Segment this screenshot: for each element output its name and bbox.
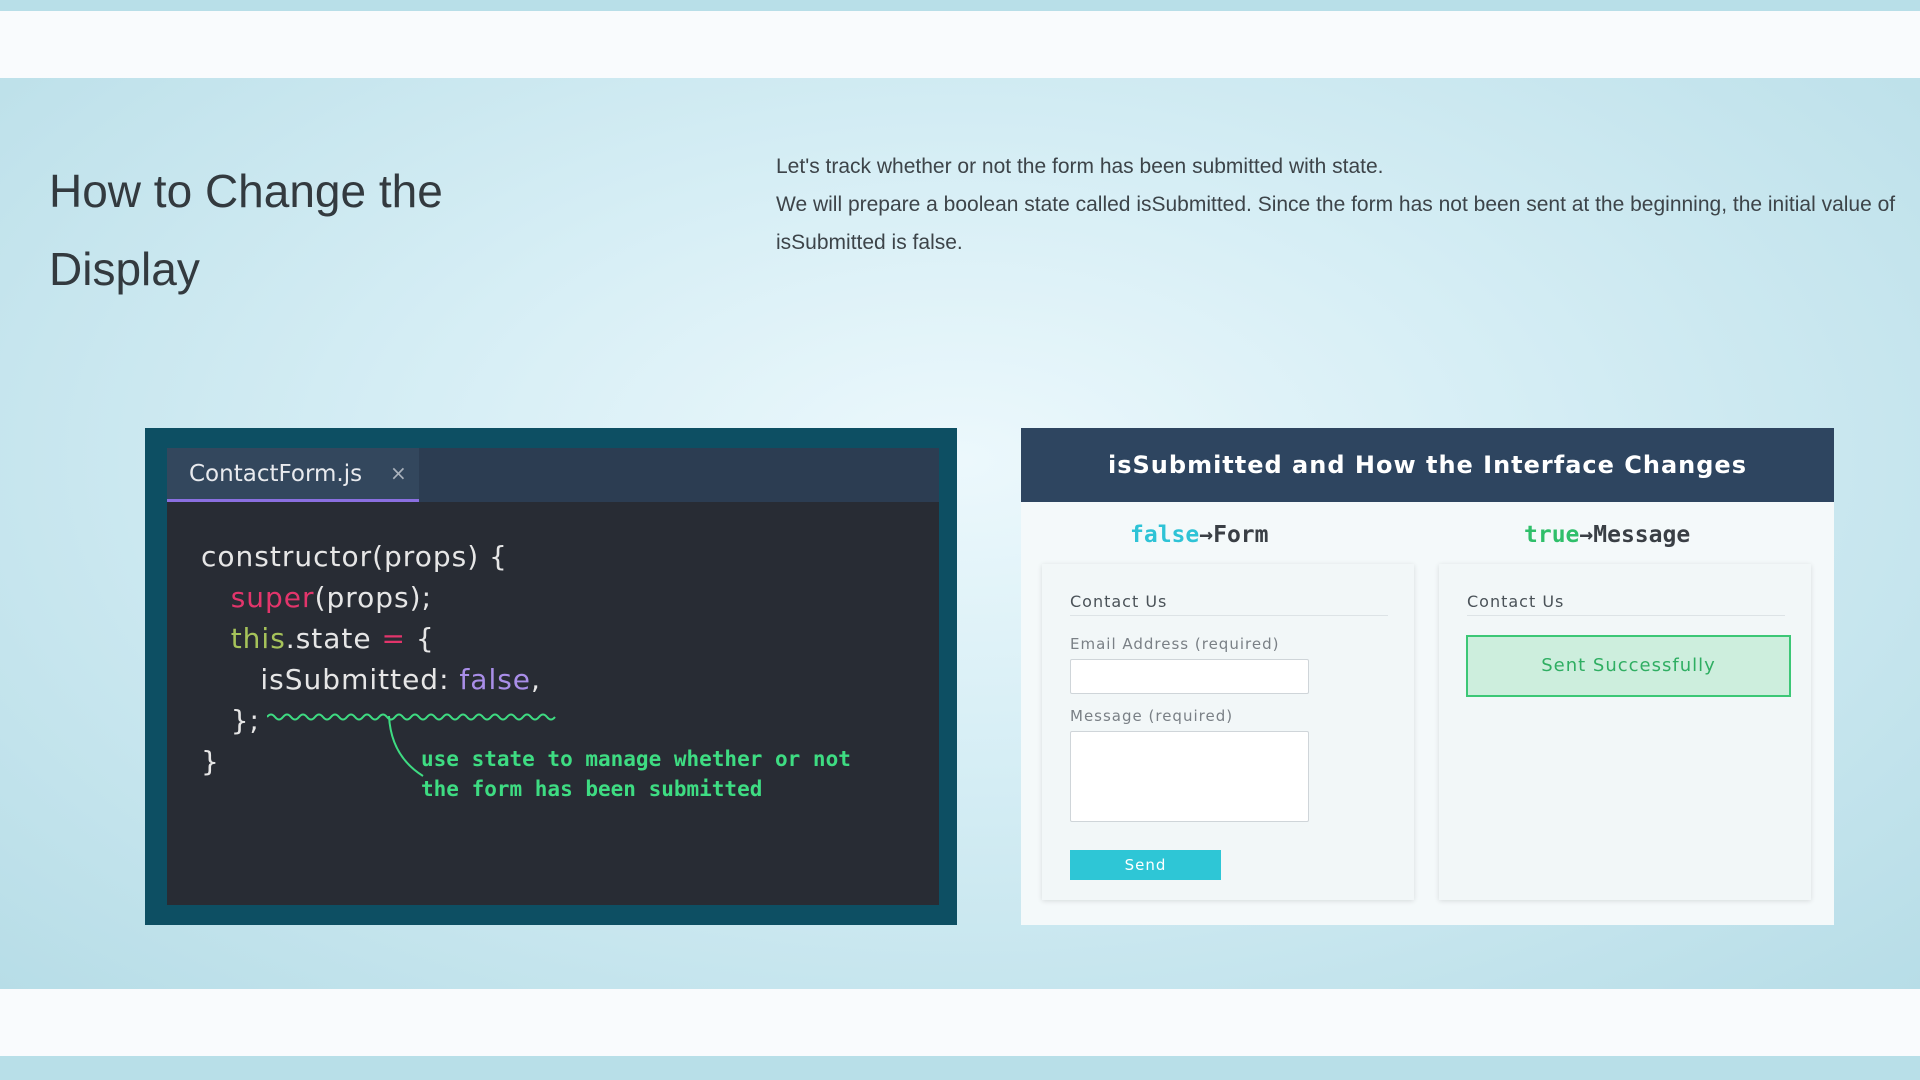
- code-text: .state: [285, 622, 382, 655]
- email-label: Email Address (required): [1070, 635, 1280, 653]
- keyword-super: super: [230, 581, 315, 614]
- divider: [1467, 615, 1785, 616]
- state-key: isSubmitted:: [260, 663, 460, 696]
- state-true: true: [1524, 522, 1580, 548]
- false-form-label: false→Form: [1130, 522, 1269, 548]
- send-button[interactable]: Send: [1070, 850, 1221, 880]
- message-field[interactable]: [1070, 731, 1309, 822]
- interface-illustration: isSubmitted and How the Interface Change…: [1021, 428, 1834, 925]
- editor-tab-bar: ContactForm.js ×: [167, 448, 939, 502]
- code-text: {: [406, 622, 435, 655]
- divider: [1070, 615, 1388, 616]
- code-text: ,: [531, 663, 541, 696]
- code-text: }: [201, 745, 220, 778]
- email-field[interactable]: [1070, 659, 1309, 694]
- close-icon[interactable]: ×: [390, 461, 407, 485]
- code-text: constructor(props) {: [201, 540, 508, 573]
- keyword-this: this: [230, 622, 286, 655]
- code-line-3: this.state = {: [201, 618, 541, 659]
- keyword-false: false: [459, 663, 532, 696]
- code-editor-panel: ContactForm.js × constructor(props) { su…: [145, 428, 957, 925]
- page-title: How to Change the Display: [49, 165, 443, 295]
- tab-filename: ContactForm.js: [189, 461, 363, 487]
- code-line-2: super(props);: [201, 577, 541, 618]
- description-line-2: We will prepare a boolean state called i…: [776, 193, 1896, 254]
- code-callout: use state to manage whether or not the f…: [421, 744, 851, 804]
- description-line-1: Let's track whether or not the form has …: [776, 155, 1384, 178]
- card-title: Contact Us: [1467, 592, 1565, 611]
- true-message-label: true→Message: [1524, 522, 1690, 548]
- content-section: How to Change the Display Let's track wh…: [0, 78, 1920, 989]
- callout-line-1: use state to manage whether or not: [421, 747, 851, 771]
- top-strip: [0, 0, 1920, 11]
- bottom-strip: [0, 1056, 1920, 1080]
- card-title: Contact Us: [1070, 592, 1168, 611]
- label-message: Message: [1593, 522, 1691, 548]
- contact-form-card: Contact Us Email Address (required) Mess…: [1042, 564, 1414, 900]
- message-label: Message (required): [1070, 707, 1234, 725]
- operator-equals: =: [381, 622, 406, 655]
- description: Let's track whether or not the form has …: [776, 148, 1906, 262]
- success-message: Sent Successfully: [1466, 635, 1791, 697]
- callout-line-2: the form has been submitted: [421, 777, 763, 801]
- code-text: (props);: [314, 581, 433, 614]
- code-text: };: [230, 704, 260, 737]
- illustration-header: isSubmitted and How the Interface Change…: [1021, 428, 1834, 502]
- tab-contactform-js[interactable]: ContactForm.js ×: [167, 448, 419, 502]
- code-editor: ContactForm.js × constructor(props) { su…: [167, 448, 939, 905]
- arrow-icon: →: [1199, 522, 1214, 548]
- code-line-4: isSubmitted: false,: [201, 659, 541, 700]
- arrow-icon: →: [1579, 522, 1594, 548]
- success-message-card: Contact Us Sent Successfully: [1439, 564, 1811, 900]
- footer-band: [0, 989, 1920, 1056]
- code-line-1: constructor(props) {: [201, 536, 541, 577]
- state-false: false: [1130, 522, 1200, 548]
- header-band: [0, 11, 1920, 78]
- label-form: Form: [1213, 522, 1269, 548]
